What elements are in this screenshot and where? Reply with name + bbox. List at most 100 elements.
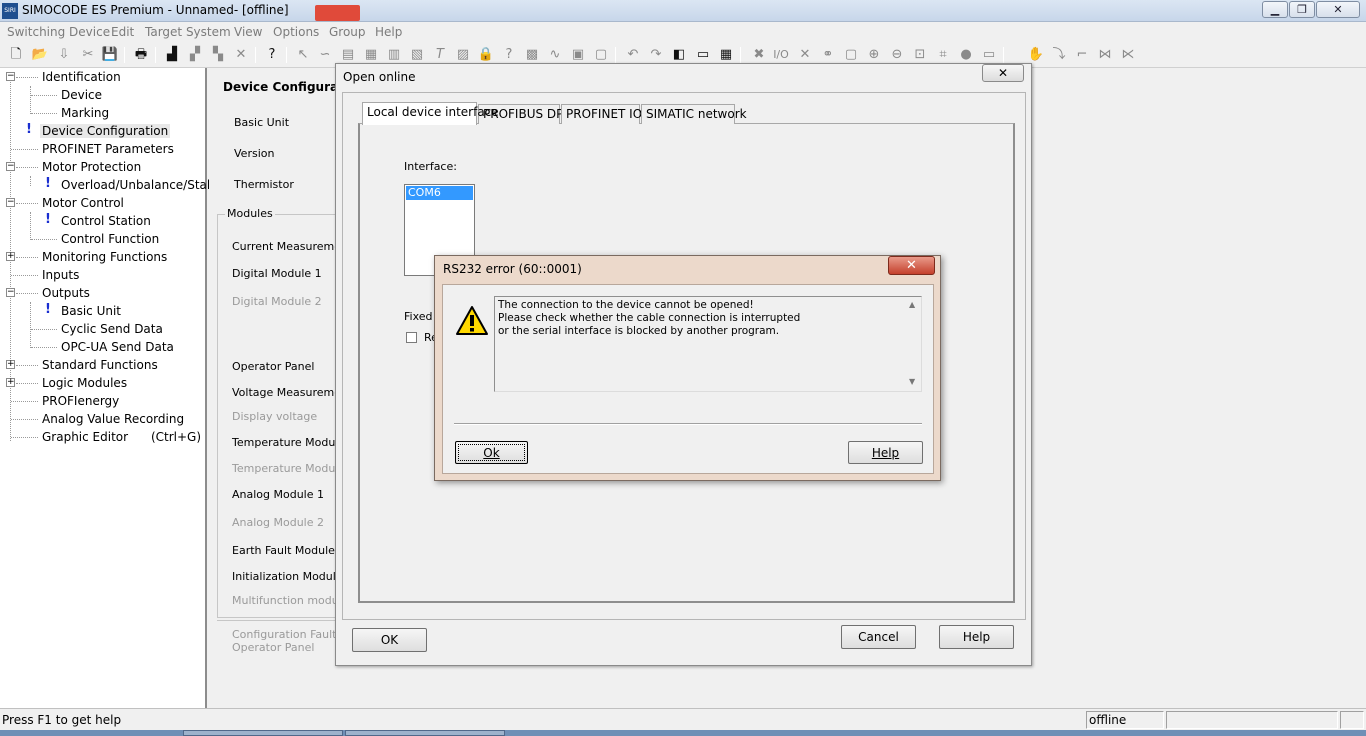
circle-icon[interactable]: ● — [957, 46, 975, 64]
zoom-fit-icon[interactable]: ⊡ — [911, 46, 929, 64]
disconnect-icon[interactable]: ✕ — [232, 46, 250, 64]
tab-simatic-network[interactable]: SIMATIC network — [641, 104, 747, 124]
interface-option-com6[interactable]: COM6 — [406, 186, 473, 200]
ok-button[interactable]: OK — [352, 628, 427, 652]
dialog-close-button[interactable]: ✕ — [888, 256, 935, 275]
scroll-down-icon[interactable]: ▼ — [909, 377, 915, 386]
menu-switching-device[interactable]: Switching Device — [7, 25, 110, 39]
taskbar-button[interactable] — [345, 730, 505, 736]
block-g-icon[interactable]: ▣ — [569, 46, 587, 64]
fixed-address-checkbox[interactable] — [406, 332, 417, 343]
block-d-icon[interactable]: ▧ — [408, 46, 426, 64]
menu-help[interactable]: Help — [375, 25, 402, 39]
block-f-icon[interactable]: ▩ — [523, 46, 541, 64]
zoom-out-icon[interactable]: ⊖ — [888, 46, 906, 64]
tree-item-profienergy[interactable]: PROFIenergy — [0, 392, 205, 410]
menu-group[interactable]: Group — [329, 25, 366, 39]
cut-icon[interactable]: ✂ — [79, 46, 97, 64]
cancel-button[interactable]: Cancel — [841, 625, 916, 649]
device-compare-icon[interactable]: ▚ — [209, 46, 227, 64]
block-c-icon[interactable]: ▥ — [385, 46, 403, 64]
tree-item-identification[interactable]: − Identification — [0, 68, 205, 86]
collapse-icon[interactable]: − — [6, 162, 15, 171]
menu-options[interactable]: Options — [273, 25, 319, 39]
taskbar-button[interactable] — [183, 730, 343, 736]
error-help-button[interactable]: Help — [848, 441, 923, 464]
tree-item-opc-ua-send-data[interactable]: OPC-UA Send Data — [0, 338, 205, 356]
device-load-icon[interactable]: ▟ — [163, 46, 181, 64]
pointer-icon[interactable]: ↖ — [294, 46, 312, 64]
tree-item-inputs[interactable]: Inputs — [0, 266, 205, 284]
hand-icon[interactable]: ✋ — [1027, 46, 1045, 64]
close-window-button[interactable]: ✕ — [1316, 1, 1360, 18]
highlight-icon[interactable]: ◧ — [670, 46, 688, 64]
block-e-icon[interactable]: ▨ — [454, 46, 472, 64]
cross-icon[interactable]: ✕ — [796, 46, 814, 64]
collapse-icon[interactable]: − — [6, 72, 15, 81]
tree-item-logic-modules[interactable]: + Logic Modules — [0, 374, 205, 392]
signal-icon[interactable]: ∿ — [546, 46, 564, 64]
window-icon[interactable]: ▭ — [694, 46, 712, 64]
size-grip[interactable] — [1340, 711, 1364, 729]
save-icon[interactable]: 💾 — [101, 46, 119, 64]
tree-item-marking[interactable]: Marking — [0, 104, 205, 122]
print-icon[interactable]: 🖶 — [132, 46, 150, 64]
tree-item-analog-value-recording[interactable]: Analog Value Recording — [0, 410, 205, 428]
zoom-in-icon[interactable]: ⊕ — [865, 46, 883, 64]
expand-icon[interactable]: + — [6, 360, 15, 369]
redo-icon[interactable]: ↷ — [647, 46, 665, 64]
tree-item-basic-unit[interactable]: ! Basic Unit — [0, 302, 205, 320]
tree-item-device[interactable]: Device — [0, 86, 205, 104]
expand-icon[interactable]: + — [6, 378, 15, 387]
minimize-button[interactable]: ▁ — [1262, 1, 1288, 18]
context-help-icon[interactable]: ? — [263, 46, 281, 64]
dialog-close-button[interactable]: ✕ — [982, 64, 1024, 82]
tree-item-outputs[interactable]: − Outputs — [0, 284, 205, 302]
open-icon[interactable]: 📂 — [31, 46, 49, 64]
grid-icon[interactable]: ▦ — [717, 46, 735, 64]
new-icon[interactable]: 🗋 — [7, 46, 25, 64]
collapse-icon[interactable]: − — [6, 198, 15, 207]
menu-target-system[interactable]: Target System — [145, 25, 231, 39]
tab-local-device-interface[interactable]: Local device interface — [362, 102, 499, 125]
device-upload-icon[interactable]: ▞ — [186, 46, 204, 64]
tree-item-overload[interactable]: ! Overload/Unbalance/Stall — [0, 176, 214, 194]
link-icon[interactable]: ⚭ — [819, 46, 837, 64]
tree-item-control-station[interactable]: ! Control Station — [0, 212, 205, 230]
tree-item-cyclic-send-data[interactable]: Cyclic Send Data — [0, 320, 205, 338]
question-icon[interactable]: ? — [500, 46, 518, 64]
scroll-up-icon[interactable]: ▲ — [909, 300, 915, 309]
tree-item-monitoring-functions[interactable]: + Monitoring Functions — [0, 248, 205, 266]
block-b-icon[interactable]: ▦ — [362, 46, 380, 64]
step-icon[interactable]: ⌐ — [1073, 46, 1091, 64]
download-icon[interactable]: ⇩ — [55, 46, 73, 64]
tree-item-profinet-parameters[interactable]: PROFINET Parameters — [0, 140, 205, 158]
frame-icon[interactable]: ▢ — [842, 46, 860, 64]
split-icon[interactable]: ⋉ — [1119, 46, 1137, 64]
tree-item-motor-protection[interactable]: − Motor Protection — [0, 158, 205, 176]
delete-icon[interactable]: ✖ — [750, 46, 768, 64]
block-a-icon[interactable]: ▤ — [339, 46, 357, 64]
tree-item-motor-control[interactable]: − Motor Control — [0, 194, 205, 212]
error-ok-button[interactable]: Ok — [455, 441, 528, 464]
collapse-icon[interactable]: − — [6, 288, 15, 297]
restore-button[interactable]: ❐ — [1289, 1, 1315, 18]
wire-icon[interactable]: ∽ — [316, 46, 334, 64]
zoom-box-icon[interactable]: ⌗ — [934, 46, 952, 64]
menu-edit[interactable]: Edit — [111, 25, 134, 39]
expand-icon[interactable]: + — [6, 252, 15, 261]
io-icon[interactable]: I/O — [772, 46, 790, 64]
tree-item-graphic-editor[interactable]: Graphic Editor (Ctrl+G) — [0, 428, 205, 446]
undo-icon[interactable]: ↶ — [624, 46, 642, 64]
lock-icon[interactable]: 🔒 — [477, 46, 495, 64]
message-scrollbar[interactable]: ▲ ▼ — [905, 297, 921, 391]
tree-item-device-configuration[interactable]: ! Device Configuration — [0, 122, 205, 140]
block-h-icon[interactable]: ▢ — [592, 46, 610, 64]
route-icon[interactable]: ⤵ — [1050, 46, 1068, 64]
block-i-icon[interactable]: ▭ — [980, 46, 998, 64]
tree-item-standard-functions[interactable]: + Standard Functions — [0, 356, 205, 374]
help-button[interactable]: Help — [939, 625, 1014, 649]
menu-view[interactable]: View — [234, 25, 262, 39]
merge-icon[interactable]: ⋈ — [1096, 46, 1114, 64]
tab-profinet-io[interactable]: PROFINET IO — [561, 104, 642, 124]
